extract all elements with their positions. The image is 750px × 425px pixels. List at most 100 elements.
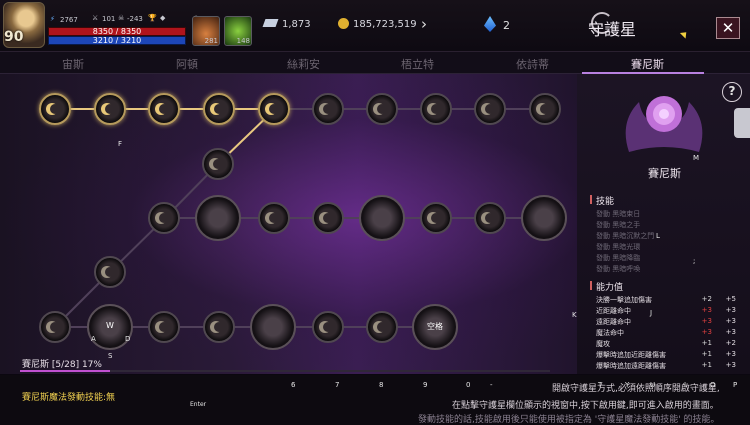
moon-icon — [377, 322, 387, 332]
stat-next: +3 — [725, 317, 736, 325]
buff-icon: ◆ — [160, 14, 166, 22]
stat-current: +1 — [701, 361, 712, 369]
moon-icon — [269, 104, 279, 114]
stat-row: 爆擊時追加近距離傷害 +1 +3 — [596, 350, 740, 360]
star-node[interactable] — [39, 93, 71, 125]
skull-icon: ☠ — [118, 14, 125, 22]
hotkey-d: D — [125, 335, 131, 343]
star-node[interactable] — [420, 93, 452, 125]
side-tab-handle[interactable] — [734, 108, 750, 138]
moon-icon — [323, 213, 333, 223]
hotkey-semicolon: ; — [693, 257, 696, 265]
star-node[interactable] — [148, 202, 180, 234]
star-node[interactable] — [312, 93, 344, 125]
star-node[interactable] — [148, 311, 180, 343]
star-node[interactable] — [94, 256, 126, 288]
stat-name: 遠距離命中 — [596, 318, 631, 326]
stat-next: +3 — [725, 350, 736, 358]
help-button[interactable]: ? — [722, 82, 742, 102]
progress-fill — [20, 370, 111, 372]
progress-label: 賽尼斯 [5/28] 17% — [22, 360, 102, 370]
hp-bar: 8350 / 8350 — [48, 27, 186, 36]
tab-ishtei[interactable]: 依詩蒂 — [516, 56, 549, 72]
info-line-1: 開啟守護星方式,必須依照順序開啟守護星, — [552, 384, 720, 394]
stat-2-value: -243 — [127, 15, 143, 23]
attack-icon: ⚔ — [92, 14, 99, 22]
skill-node-w[interactable]: W — [87, 304, 133, 350]
stat-row: 爆擊時追加遠距離傷害 +1 +3 — [596, 361, 740, 371]
hotkey-o: O — [710, 381, 716, 389]
star-node[interactable] — [420, 202, 452, 234]
chevron-right-icon[interactable]: › — [421, 15, 427, 33]
hotkey-i: I — [684, 381, 687, 389]
exp-icon: ⚡ — [50, 15, 55, 23]
tab-seneth[interactable]: 賽尼斯 — [631, 56, 664, 72]
hotkey-s: S — [108, 352, 113, 360]
moon-icon — [105, 267, 115, 277]
skill-hotkey-label: W — [106, 321, 114, 330]
star-node[interactable] — [39, 311, 71, 343]
stat-row: 遠距離命中 +3 +3 — [596, 317, 740, 327]
leaf-slot[interactable]: 148 — [224, 16, 252, 46]
moon-icon — [431, 213, 441, 223]
hotkey-l: L — [656, 232, 660, 240]
hotkey-dash: - — [490, 381, 493, 389]
star-node[interactable] — [94, 93, 126, 125]
skill-item: 發動 黑暗呼喚 — [596, 265, 641, 273]
hotkey-t: T — [598, 381, 603, 389]
moon-icon — [214, 104, 224, 114]
hotkey-8: 8 — [379, 381, 384, 389]
close-button[interactable]: ✕ — [716, 17, 740, 39]
moon-icon — [485, 104, 495, 114]
tab-silian[interactable]: 絲莉安 — [287, 56, 320, 72]
skill-item: 發動 黑暗沉默之門 — [596, 232, 655, 240]
skill-item: 發動 黑暗降臨 — [596, 254, 641, 262]
moon-icon — [540, 104, 550, 114]
tab-aton[interactable]: 阿頓 — [176, 56, 198, 72]
moon-icon — [105, 104, 115, 114]
exp-value: 2767 — [60, 16, 78, 24]
hp-text: 8350 / 8350 — [92, 27, 142, 36]
stat-name: 魔法命中 — [596, 329, 624, 337]
empty-slot-label: 空格 — [427, 322, 443, 331]
stat-next: +3 — [725, 328, 736, 336]
skill-node[interactable] — [250, 304, 296, 350]
stat-1-value: 101 — [102, 15, 116, 23]
star-node[interactable] — [366, 93, 398, 125]
skill-node[interactable] — [521, 195, 567, 241]
gem-amount: 1,873 — [282, 19, 311, 30]
potion-count: 281 — [204, 37, 218, 45]
hotkey-6: 6 — [291, 381, 296, 389]
crystal-amount: 2 — [503, 19, 510, 32]
star-node[interactable] — [203, 311, 235, 343]
star-node[interactable] — [258, 93, 290, 125]
star-node[interactable] — [474, 202, 506, 234]
hotkey-m: M — [693, 154, 700, 162]
tab-uret[interactable]: 梧立特 — [401, 56, 434, 72]
star-node[interactable] — [258, 202, 290, 234]
star-node[interactable] — [148, 93, 180, 125]
star-node[interactable] — [203, 93, 235, 125]
hotkey-y: Y — [625, 381, 630, 389]
moon-icon — [269, 213, 279, 223]
moon-icon — [431, 104, 441, 114]
star-node[interactable] — [529, 93, 561, 125]
star-node[interactable] — [312, 311, 344, 343]
hotkey-p: P — [733, 381, 738, 389]
potion-slot[interactable]: 281 — [192, 16, 220, 46]
stat-name: 近距離命中 — [596, 307, 631, 315]
star-node[interactable] — [366, 311, 398, 343]
mp-bar: 3210 / 3210 — [48, 36, 186, 45]
star-node[interactable] — [312, 202, 344, 234]
stat-name: 決勝一擊追加傷害 — [596, 296, 652, 304]
star-node[interactable] — [474, 93, 506, 125]
star-node[interactable] — [202, 148, 234, 180]
mp-text: 3210 / 3210 — [92, 36, 142, 45]
skill-node[interactable] — [195, 195, 241, 241]
empty-skill-slot[interactable]: 空格 — [412, 304, 458, 350]
skill-node[interactable] — [359, 195, 405, 241]
tab-zeus[interactable]: 宙斯 — [62, 56, 84, 72]
hotkey-7: 7 — [335, 381, 340, 389]
stat-name: 魔攻 — [596, 340, 610, 348]
moon-icon — [50, 322, 60, 332]
